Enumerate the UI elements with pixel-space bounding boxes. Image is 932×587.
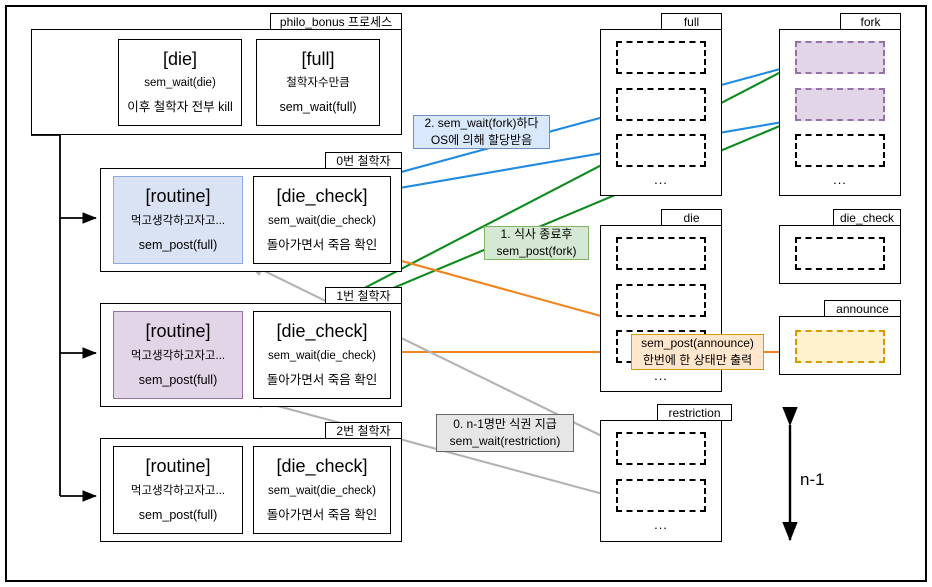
die-check-line2: 돌아가면서 죽음 확인	[266, 237, 378, 252]
semaphore-tab-die-check: die_check	[833, 209, 901, 226]
note-line2: OS에 의해 할당받음	[430, 133, 533, 147]
semaphore-tab-die: die	[661, 209, 722, 226]
note-line1: 0. n-1명만 식권 지급	[453, 416, 557, 431]
note-line1: sem_post(announce)	[641, 335, 754, 350]
die-block: [die] sem_wait(die) 이후 철학자 전부 kill	[118, 39, 242, 126]
note-line2: 한번에 한 상태만 출력	[642, 353, 753, 367]
semaphore-slot	[795, 134, 885, 167]
routine-title: [routine]	[145, 321, 211, 342]
semaphore-tab-announce: announce	[824, 300, 901, 317]
semaphore-slot	[616, 432, 706, 465]
diagram-canvas: philo_bonus 프로세스 [die] sem_wait(die) 이후 …	[0, 0, 932, 587]
semaphore-slot-active	[795, 330, 885, 363]
philosopher-0-tab: 0번 철학자	[325, 152, 402, 169]
die-check-line2: 돌아가면서 죽음 확인	[266, 372, 378, 387]
routine-line1: 먹고생각하고자고...	[130, 484, 226, 497]
semaphore-ellipsis: ...	[654, 172, 668, 187]
die-block-line1: sem_wait(die)	[144, 77, 216, 90]
semaphore-slot	[616, 237, 706, 270]
die-check-line1: sem_wait(die_check)	[267, 484, 376, 497]
n-minus-1-label: n-1	[800, 470, 825, 489]
routine-line1: 먹고생각하고자고...	[130, 214, 226, 227]
routine-line2: sem_post(full)	[138, 237, 218, 252]
semaphore-slot	[616, 88, 706, 121]
philosopher-0-routine: [routine] 먹고생각하고자고... sem_post(full)	[113, 176, 243, 264]
full-block-line1: 철학자수만큼	[286, 77, 350, 90]
semaphore-ellipsis: ...	[654, 368, 668, 383]
die-check-title: [die_check]	[276, 456, 368, 477]
die-check-line1: sem_wait(die_check)	[267, 349, 376, 362]
routine-title: [routine]	[145, 186, 211, 207]
philosopher-2-tab: 2번 철학자	[325, 422, 402, 439]
die-block-title: [die]	[162, 48, 198, 69]
semaphore-tab-restriction: restriction	[657, 404, 732, 421]
note-fork-wait: 2. sem_wait(fork)하다 OS에 의해 할당받음	[413, 115, 550, 149]
philosopher-1-routine: [routine] 먹고생각하고자고... sem_post(full)	[113, 311, 243, 399]
routine-line1: 먹고생각하고자고...	[130, 349, 226, 362]
note-fork-post: 1. 식사 종료후 sem_post(fork)	[484, 226, 589, 260]
semaphore-slot-active	[795, 41, 885, 74]
philosopher-1-tab: 1번 철학자	[325, 287, 402, 304]
philosopher-2-die-check: [die_check] sem_wait(die_check) 돌아가면서 죽음…	[253, 446, 391, 534]
note-restriction: 0. n-1명만 식권 지급 sem_wait(restriction)	[436, 414, 574, 452]
die-check-title: [die_check]	[276, 186, 368, 207]
semaphore-tab-full: full	[661, 13, 722, 30]
note-line2: sem_post(fork)	[496, 244, 577, 258]
semaphore-slot	[795, 237, 885, 270]
philosopher-1-die-check: [die_check] sem_wait(die_check) 돌아가면서 죽음…	[253, 311, 391, 399]
semaphore-slot	[616, 479, 706, 512]
die-check-line2: 돌아가면서 죽음 확인	[266, 507, 378, 522]
process-tab-label: philo_bonus 프로세스	[270, 13, 402, 30]
routine-line2: sem_post(full)	[138, 507, 218, 522]
full-block-title: [full]	[301, 48, 335, 69]
full-block-line2: sem_wait(full)	[279, 100, 357, 115]
die-block-line2: 이후 철학자 전부 kill	[127, 100, 233, 115]
semaphore-tab-fork: fork	[840, 13, 901, 30]
note-line1: 2. sem_wait(fork)하다	[424, 115, 539, 130]
note-line2: sem_wait(restriction)	[449, 434, 561, 448]
note-announce: sem_post(announce) 한번에 한 상태만 출력	[631, 334, 764, 370]
routine-line2: sem_post(full)	[138, 372, 218, 387]
semaphore-slot	[616, 134, 706, 167]
full-block: [full] 철학자수만큼 sem_wait(full)	[256, 39, 380, 126]
die-check-title: [die_check]	[276, 321, 368, 342]
semaphore-slot-active	[795, 88, 885, 121]
routine-title: [routine]	[145, 456, 211, 477]
semaphore-ellipsis: ...	[654, 517, 668, 532]
philosopher-0-die-check: [die_check] sem_wait(die_check) 돌아가면서 죽음…	[253, 176, 391, 264]
semaphore-slot	[616, 41, 706, 74]
semaphore-ellipsis: ...	[833, 172, 847, 187]
die-check-line1: sem_wait(die_check)	[267, 214, 376, 227]
note-line1: 1. 식사 종료후	[500, 226, 573, 241]
semaphore-slot	[616, 284, 706, 317]
philosopher-2-routine: [routine] 먹고생각하고자고... sem_post(full)	[113, 446, 243, 534]
